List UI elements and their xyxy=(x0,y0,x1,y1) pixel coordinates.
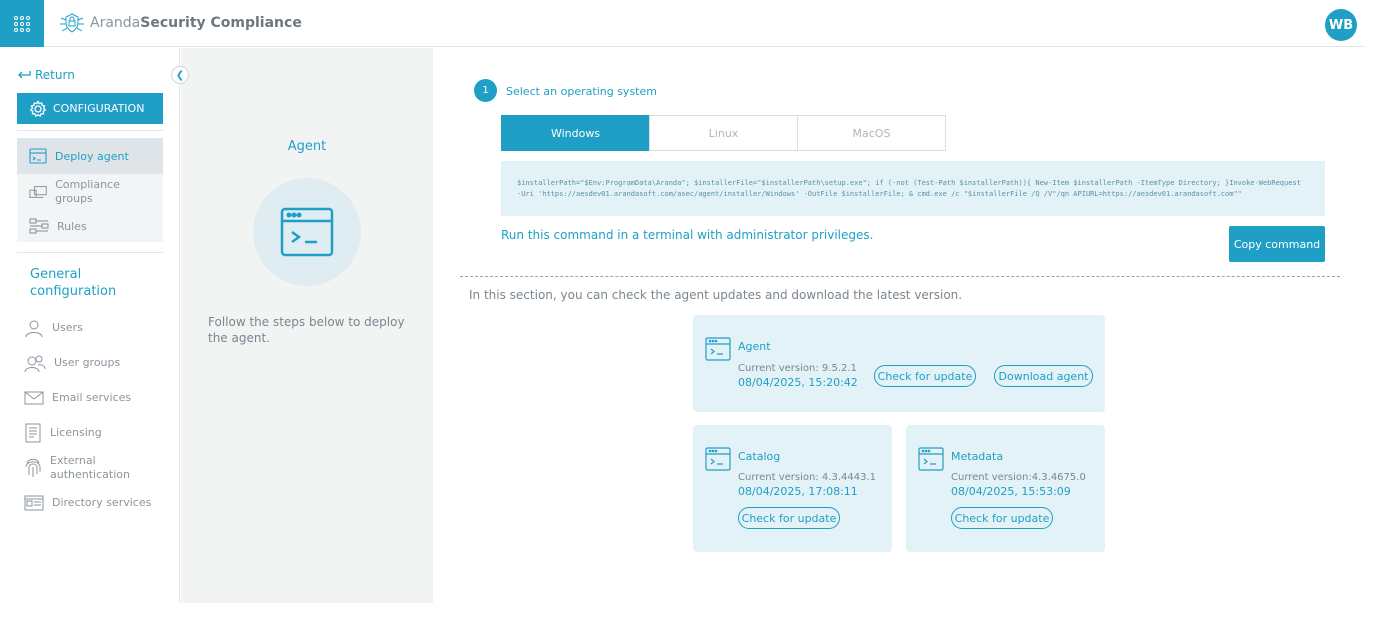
catalog-card-version: Current version: 4.3.4443.1 xyxy=(738,472,876,483)
user-groups-icon xyxy=(24,355,46,372)
apps-menu-button[interactable] xyxy=(0,0,44,47)
rules-icon xyxy=(29,218,49,234)
sidebar-item-email-services[interactable]: Email services xyxy=(24,380,174,415)
os-selector-tabs: Windows Linux MacOS xyxy=(501,115,946,151)
agent-illustration xyxy=(253,178,361,286)
return-link[interactable]: Return xyxy=(17,68,75,82)
sidebar-item-label: Email services xyxy=(52,390,132,404)
sidebar-item-label: Compliance groups xyxy=(55,178,120,205)
terminal-window-icon xyxy=(918,447,944,471)
agent-card-title: Agent xyxy=(738,340,771,353)
metadata-update-card: Metadata Current version:4.3.4675.0 08/0… xyxy=(906,425,1105,552)
metadata-card-date: 08/04/2025, 15:53:09 xyxy=(951,485,1071,498)
tab-macos[interactable]: MacOS xyxy=(797,115,946,151)
user-icon xyxy=(25,320,43,337)
agent-panel-title: Agent xyxy=(287,139,327,154)
copy-command-button[interactable]: Copy command xyxy=(1229,226,1325,262)
sidebar-divider xyxy=(17,252,163,253)
download-agent-button[interactable]: Download agent xyxy=(994,365,1093,387)
general-configuration-title: General configuration xyxy=(30,267,117,299)
gear-icon xyxy=(29,99,47,117)
collapse-sidebar-button[interactable]: ❮ xyxy=(171,66,189,84)
sidebar-item-user-groups[interactable]: User groups xyxy=(24,345,174,380)
email-icon xyxy=(24,391,44,404)
return-arrow-icon xyxy=(18,71,31,79)
agent-card-date: 08/04/2025, 15:20:42 xyxy=(738,376,858,389)
general-configuration-list: Users User groups Email services Licensi… xyxy=(24,310,174,520)
sidebar-item-label: User groups xyxy=(54,355,121,369)
terminal-window-icon xyxy=(29,148,47,164)
sidebar-item-label: Rules xyxy=(57,219,87,233)
agent-panel-description: Follow the steps below to deploy the age… xyxy=(208,315,405,345)
section-divider xyxy=(460,276,1340,277)
metadata-check-update-button[interactable]: Check for update xyxy=(951,507,1053,529)
chevron-left-icon: ❮ xyxy=(175,69,185,81)
metadata-card-version: Current version:4.3.4675.0 xyxy=(951,472,1086,483)
top-bar: ArandaSecurity Compliance WB xyxy=(0,0,1365,47)
license-document-icon xyxy=(25,423,41,442)
step-label: Select an operating system xyxy=(506,85,657,98)
catalog-check-update-button[interactable]: Check for update xyxy=(738,507,840,529)
directory-card-icon xyxy=(24,495,44,510)
app-title: ArandaSecurity Compliance xyxy=(90,15,302,31)
agent-card-version: Current version: 9.5.2.1 xyxy=(738,363,857,374)
app-brand: ArandaSecurity Compliance xyxy=(58,12,302,34)
sidebar-item-label: Deploy agent xyxy=(55,149,129,163)
user-avatar[interactable]: WB xyxy=(1325,9,1357,41)
sidebar-item-licensing[interactable]: Licensing xyxy=(24,415,174,450)
tab-linux[interactable]: Linux xyxy=(649,115,798,151)
configuration-label: CONFIGURATION xyxy=(53,102,145,115)
sidebar-item-label: Directory services xyxy=(52,495,152,509)
agent-check-update-button[interactable]: Check for update xyxy=(874,365,976,387)
apps-grid-icon xyxy=(14,15,30,32)
sidebar-item-label: Users xyxy=(52,320,83,334)
sidebar: Return ❮ CONFIGURATION Deploy agent Comp… xyxy=(0,48,189,603)
terminal-window-icon xyxy=(280,207,334,257)
brand-logo-icon xyxy=(60,13,84,33)
sidebar-item-label: External authentication xyxy=(50,453,130,481)
agent-info-panel: Agent Follow the steps below to deploy t… xyxy=(181,48,433,603)
catalog-card-title: Catalog xyxy=(738,450,781,463)
configuration-submenu: Deploy agent Compliance groups Rules xyxy=(17,138,163,242)
sidebar-divider xyxy=(17,130,163,131)
fingerprint-icon xyxy=(25,458,41,477)
metadata-card-title: Metadata xyxy=(951,450,1004,463)
configuration-button[interactable]: CONFIGURATION xyxy=(17,93,163,124)
install-command-box[interactable]: $installerPath="$Env:ProgramData\Aranda"… xyxy=(501,161,1325,216)
sidebar-item-external-authentication[interactable]: External authentication xyxy=(24,450,174,485)
sidebar-item-users[interactable]: Users xyxy=(24,310,174,345)
catalog-update-card: Catalog Current version: 4.3.4443.1 08/0… xyxy=(693,425,892,552)
updates-section-description: In this section, you can check the agent… xyxy=(469,288,963,302)
terminal-window-icon xyxy=(705,337,731,361)
step-number-badge: 1 xyxy=(474,79,497,102)
catalog-card-date: 08/04/2025, 17:08:11 xyxy=(738,485,858,498)
return-label: Return xyxy=(35,68,75,82)
terminal-window-icon xyxy=(705,447,731,471)
sidebar-item-label: Licensing xyxy=(50,425,102,439)
devices-icon xyxy=(29,186,47,198)
sidebar-item-deploy-agent[interactable]: Deploy agent xyxy=(17,138,163,174)
sidebar-item-compliance-groups[interactable]: Compliance groups xyxy=(17,174,163,210)
sidebar-item-rules[interactable]: Rules xyxy=(17,210,163,242)
run-command-instruction: Run this command in a terminal with admi… xyxy=(501,228,874,242)
agent-update-card: Agent Current version: 9.5.2.1 08/04/202… xyxy=(693,315,1105,412)
tab-windows[interactable]: Windows xyxy=(501,115,650,151)
sidebar-item-directory-services[interactable]: Directory services xyxy=(24,485,174,520)
